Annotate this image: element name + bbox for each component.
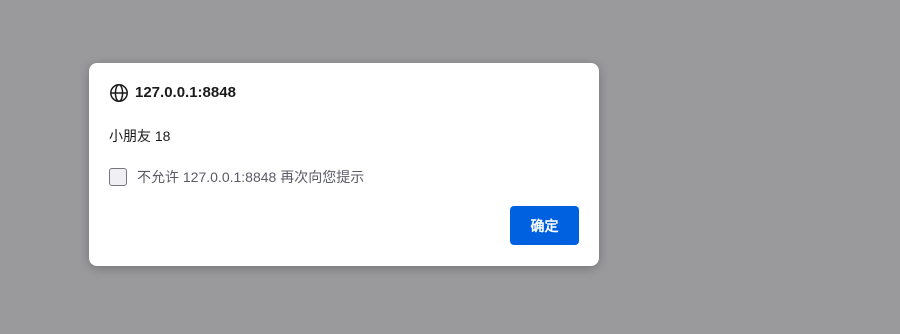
dialog-origin-title: 127.0.0.1:8848 bbox=[135, 84, 236, 101]
dialog-message: 小朋友 18 bbox=[109, 128, 171, 144]
alert-dialog: 127.0.0.1:8848 小朋友 18 不允许 127.0.0.1:8848… bbox=[89, 63, 599, 266]
globe-icon bbox=[109, 83, 129, 103]
ok-button[interactable]: 确定 bbox=[510, 206, 579, 245]
dialog-header: 127.0.0.1:8848 bbox=[109, 83, 236, 103]
suppress-prompts-checkbox[interactable] bbox=[109, 167, 127, 186]
suppress-prompts-label[interactable]: 不允许 127.0.0.1:8848 再次向您提示 bbox=[137, 168, 364, 186]
suppress-prompts-row[interactable]: 不允许 127.0.0.1:8848 再次向您提示 bbox=[109, 166, 364, 187]
